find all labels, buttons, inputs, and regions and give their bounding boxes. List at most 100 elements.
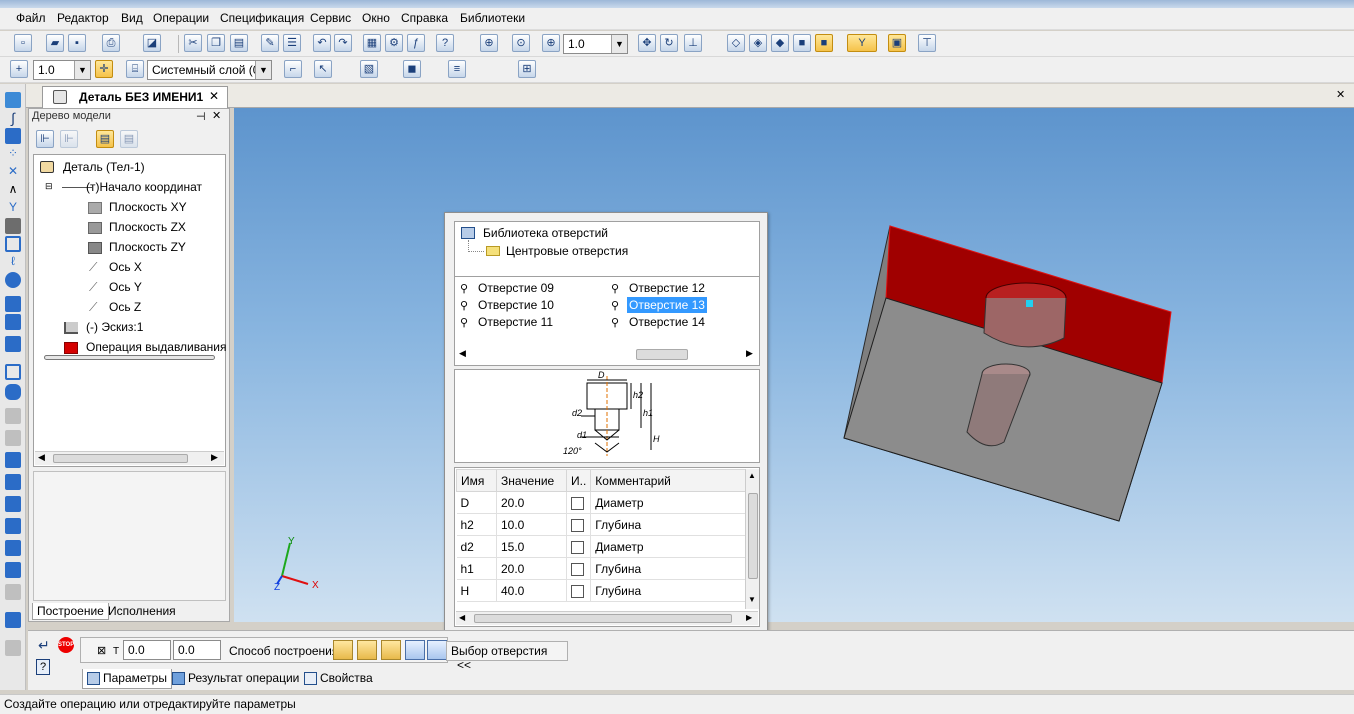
x-coordinate-input[interactable] (123, 640, 171, 660)
scroll-thumb[interactable] (748, 493, 758, 579)
step-combo[interactable]: 1.0 ▼ (33, 60, 91, 80)
col-comment[interactable]: Комментарий (590, 469, 746, 492)
slope-icon[interactable] (5, 518, 21, 534)
method-2-icon[interactable] (357, 640, 377, 660)
hole-list-hscrollbar[interactable]: ◀ ▶ (456, 347, 758, 363)
select-hole-button[interactable]: Выбор отверстия << (446, 641, 568, 672)
table-row[interactable]: H 40.0 Глубина (456, 579, 746, 602)
hole-item-09[interactable]: Отверстие 09 (478, 281, 554, 295)
halftone-icon[interactable]: ■ (793, 34, 811, 52)
method-1-icon[interactable] (333, 640, 353, 660)
format-brush-icon[interactable]: ✎ (261, 34, 279, 52)
collapse-icon[interactable]: ⊟ (45, 181, 53, 192)
tab-properties[interactable]: Свойства (300, 669, 377, 689)
copy-icon[interactable]: ❐ (207, 34, 225, 52)
color-icon[interactable]: ◼ (403, 60, 421, 78)
close-icon[interactable]: ✕ (209, 89, 219, 103)
new-document-icon[interactable]: ▫ (14, 34, 32, 52)
chart-icon[interactable]: ℓ (5, 254, 21, 270)
scroll-left-icon[interactable]: ◀ (459, 613, 465, 622)
param-value[interactable]: 40.0 (496, 579, 567, 602)
scroll-thumb[interactable] (53, 454, 188, 463)
method-5-icon[interactable] (427, 640, 447, 660)
hole-item-10[interactable]: Отверстие 10 (478, 298, 554, 312)
rotate-icon[interactable]: ↻ (660, 34, 678, 52)
filter-icon[interactable]: Y (847, 34, 877, 52)
param-checkbox[interactable] (571, 518, 584, 532)
param-value[interactable]: 10.0 (496, 513, 567, 536)
halftone-edges-icon[interactable]: ■ (815, 34, 833, 52)
grid-icon[interactable]: + (10, 60, 28, 78)
scroll-right-icon[interactable]: ▶ (746, 348, 753, 359)
wireframe-icon[interactable]: ◇ (727, 34, 745, 52)
layer-combo[interactable]: Системный слой (0) ▼ (147, 60, 272, 80)
hole-item-12[interactable]: Отверстие 12 (629, 281, 705, 295)
help-cursor-icon[interactable]: ? (436, 34, 454, 52)
cut-extrude-icon[interactable] (5, 364, 21, 380)
tree-item-axis-z[interactable]: Ось Z (109, 300, 141, 314)
pin-icon[interactable]: ⊣ (196, 110, 206, 123)
tab-executions[interactable]: Исполнения (104, 603, 180, 619)
print-icon[interactable]: ⎙ (102, 34, 120, 52)
menu-file[interactable]: Файл (16, 11, 46, 25)
curve-icon[interactable]: ∫ (5, 110, 21, 126)
menu-view[interactable]: Вид (121, 11, 143, 25)
visibility-icon[interactable]: ▧ (360, 60, 378, 78)
scroll-up-icon[interactable]: ▲ (748, 471, 756, 480)
param-value[interactable]: 20.0 (496, 491, 567, 514)
col-name[interactable]: Имя (456, 469, 497, 492)
kinematic-icon[interactable] (5, 336, 21, 352)
section-icon[interactable] (5, 540, 21, 556)
3d-viewport[interactable]: Y X Z (234, 108, 1354, 622)
aux-geometry-icon[interactable]: ✕ (5, 164, 21, 180)
hole-anchor-point[interactable] (1026, 300, 1033, 307)
layer-icon[interactable]: ⌸ (126, 60, 144, 78)
rotation-op-icon[interactable] (5, 314, 21, 330)
method-3-icon[interactable] (381, 640, 401, 660)
table-hscrollbar[interactable]: ◀ ▶ (456, 611, 758, 625)
cut-rotate-icon[interactable] (5, 384, 21, 400)
chamfer-icon[interactable] (5, 474, 21, 490)
hole-item-13[interactable]: Отверстие 13 (627, 297, 707, 313)
tree-order-icon[interactable]: ⊩ (36, 130, 54, 148)
tab-build[interactable]: Построение (32, 603, 109, 620)
preview-icon[interactable]: ◪ (143, 34, 161, 52)
point-icon[interactable]: ⊠ (97, 644, 106, 657)
function-icon[interactable]: ƒ (407, 34, 425, 52)
array-icon[interactable]: ⁘ (5, 146, 21, 162)
thin-lines-icon[interactable]: ◆ (771, 34, 789, 52)
cut-icon[interactable]: ✂ (184, 34, 202, 52)
col-flag[interactable]: И.. (565, 469, 592, 492)
menu-window[interactable]: Окно (362, 11, 390, 25)
create-object-icon[interactable]: ↵ (38, 637, 50, 654)
redo-icon[interactable]: ↷ (334, 34, 352, 52)
properties-icon[interactable]: ☰ (283, 34, 301, 52)
hole-item-11[interactable]: Отверстие 11 (478, 315, 553, 329)
fillet-icon[interactable] (5, 452, 21, 468)
library-root[interactable]: Библиотека отверстий (483, 226, 608, 240)
manager-icon[interactable]: ▦ (363, 34, 381, 52)
scroll-left-icon[interactable]: ◀ (459, 348, 466, 359)
scroll-right-icon[interactable]: ▶ (211, 452, 218, 463)
scroll-thumb[interactable] (636, 349, 688, 360)
extrude-icon[interactable] (5, 296, 21, 312)
table-row[interactable]: h1 20.0 Глубина (456, 557, 746, 580)
tree-item-plane-zy[interactable]: Плоскость ZY (109, 240, 186, 254)
tab-parameters[interactable]: Параметры (82, 669, 172, 689)
split-icon[interactable] (5, 584, 21, 600)
selection-icon[interactable]: ▣ (888, 34, 906, 52)
tree-item-plane-xy[interactable]: Плоскость XY (109, 200, 187, 214)
surface-icon[interactable] (5, 128, 21, 144)
param-value[interactable]: 15.0 (496, 535, 567, 558)
param-checkbox[interactable] (571, 540, 584, 554)
chevron-down-icon[interactable]: ▼ (611, 35, 627, 53)
menu-operations[interactable]: Операции (153, 11, 209, 25)
tree-detail-icon[interactable]: ▤ (96, 130, 114, 148)
open-folder-icon[interactable]: ▰ (46, 34, 64, 52)
sheet-icon[interactable] (5, 640, 21, 656)
undo-icon[interactable]: ↶ (313, 34, 331, 52)
measure-icon[interactable]: Y (5, 200, 21, 216)
scroll-down-icon[interactable]: ▼ (748, 595, 756, 604)
table-row[interactable]: h2 10.0 Глубина (456, 513, 746, 536)
table-vscrollbar[interactable]: ▲ ▼ (745, 469, 759, 609)
